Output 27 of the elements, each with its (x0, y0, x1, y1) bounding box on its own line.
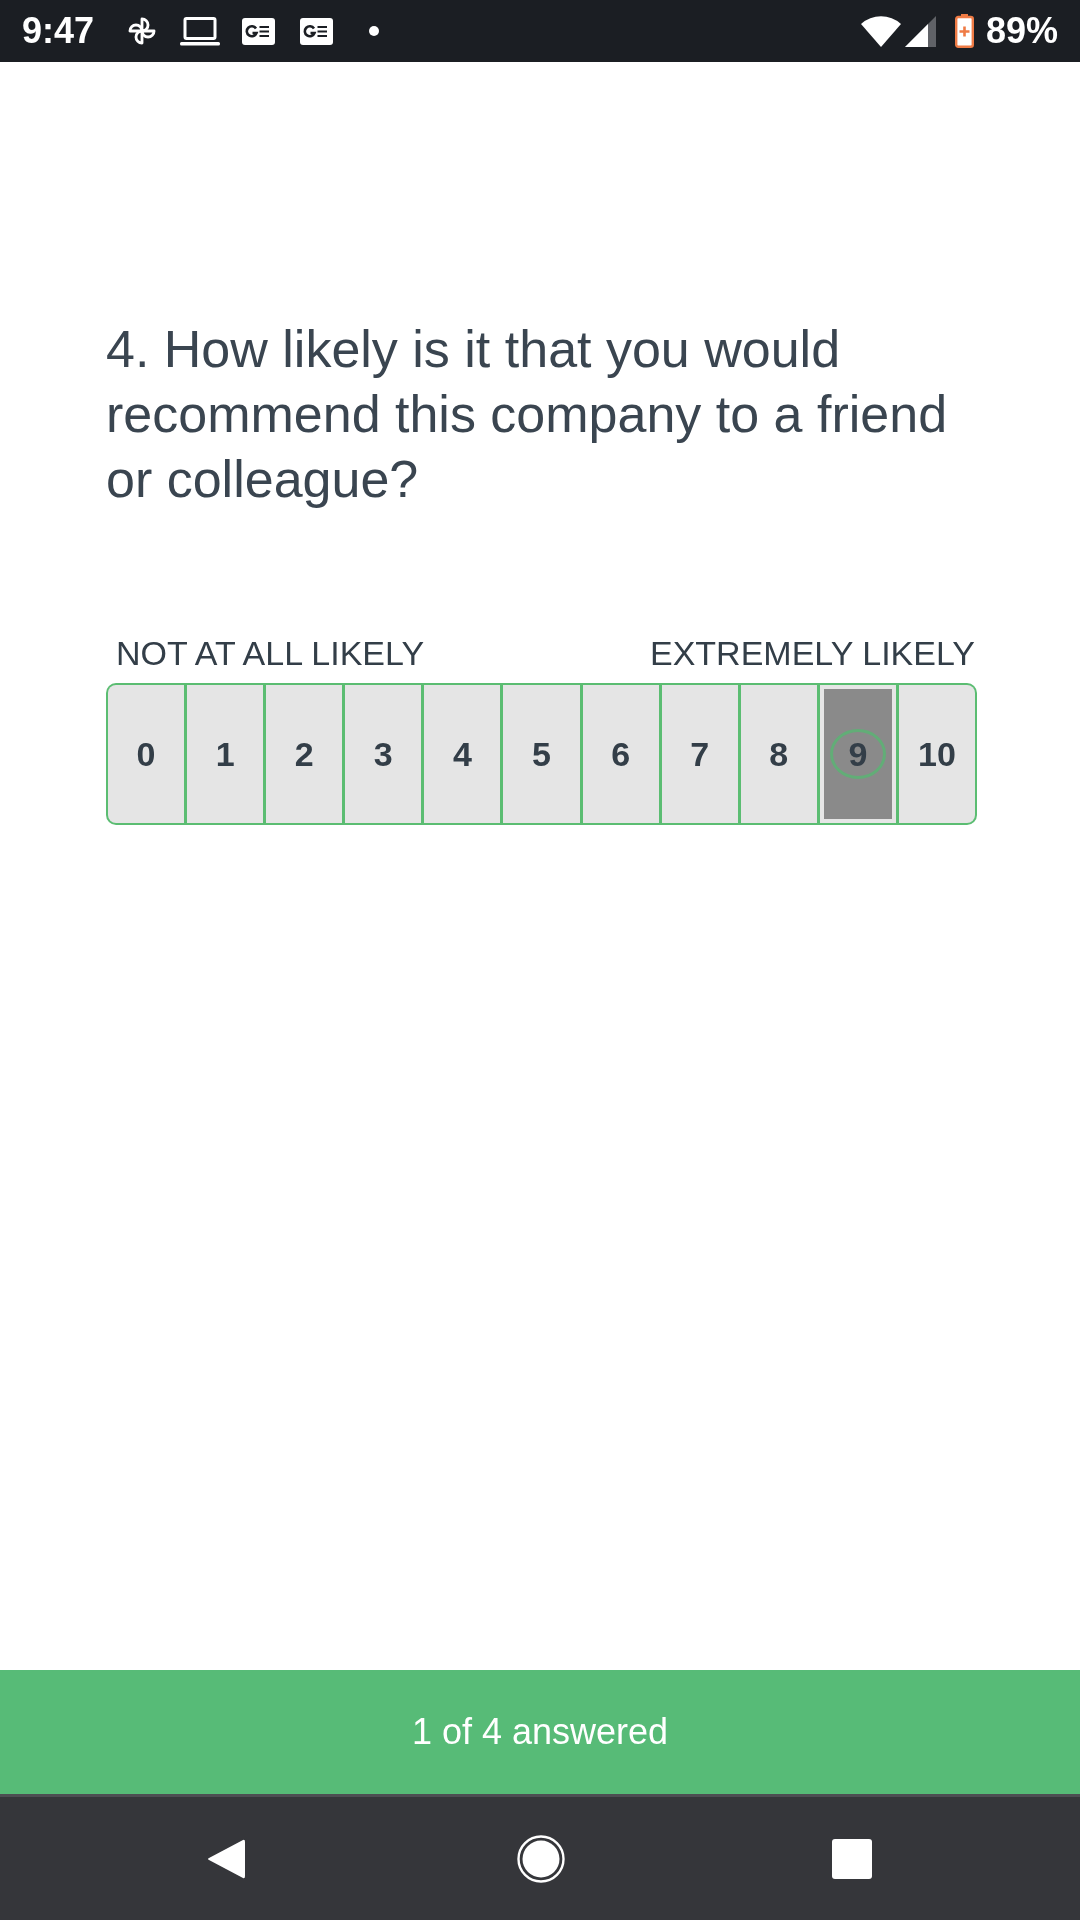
rating-option[interactable]: 8 (740, 685, 817, 823)
rating-option[interactable]: 0 (108, 685, 185, 823)
scale-low-label: NOT AT ALL LIKELY (116, 633, 425, 673)
progress-footer: 1 of 4 answered (0, 1670, 1080, 1794)
wifi-icon (860, 15, 901, 47)
rating-option[interactable]: 10 (898, 685, 976, 823)
rating-option[interactable]: 4 (424, 685, 501, 823)
selection-ring-icon (829, 729, 886, 779)
battery-icon (954, 14, 974, 48)
question-text: 4. How likely is it that you would recommend this company to a friend or colleague? (106, 319, 949, 510)
back-icon[interactable] (207, 1837, 245, 1880)
news-icon (242, 17, 276, 45)
signal-icon (904, 15, 936, 47)
recents-icon[interactable] (832, 1838, 872, 1879)
rating-option[interactable]: 3 (345, 685, 422, 823)
rating-option[interactable]: 7 (661, 685, 738, 823)
rating-option[interactable]: 6 (582, 685, 659, 823)
battery-percent: 89% (985, 11, 1058, 51)
rating-option[interactable]: 5 (503, 685, 580, 823)
rating-option[interactable]: 1 (187, 685, 264, 823)
news-icon (300, 17, 334, 45)
clock-time: 9:47 (22, 11, 95, 51)
notification-dot-icon (369, 26, 380, 36)
scale-high-label: EXTREMELY LIKELY (649, 633, 975, 673)
rating-option[interactable]: 2 (266, 685, 343, 823)
laptop-icon (180, 16, 221, 46)
home-icon[interactable] (517, 1834, 565, 1883)
